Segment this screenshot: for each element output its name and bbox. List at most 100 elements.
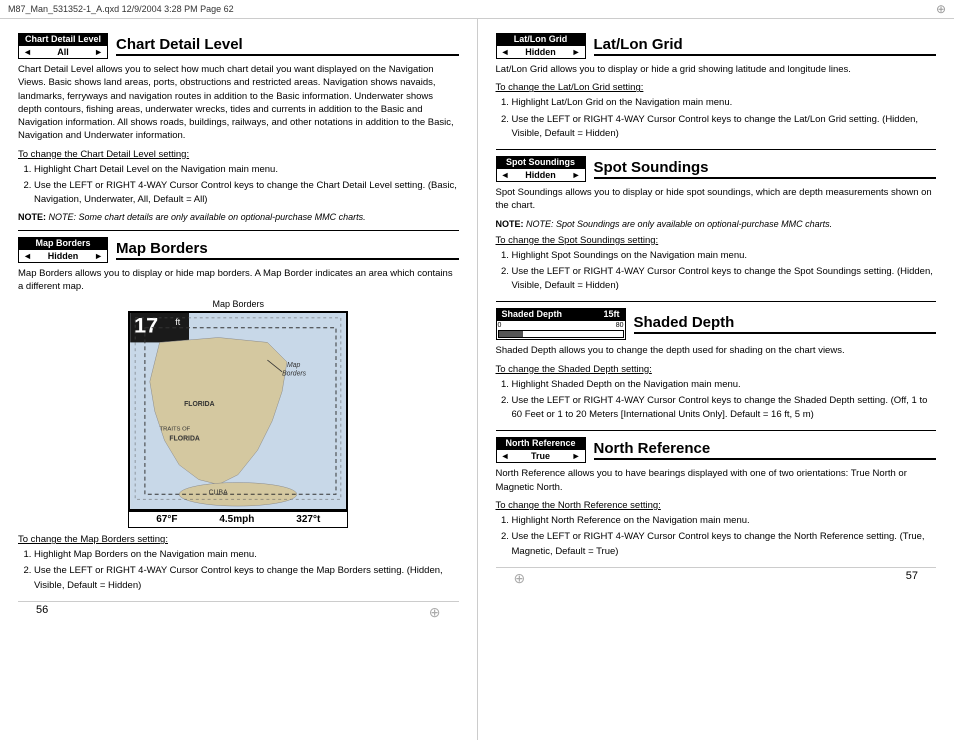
shaded-depth-max: 80: [616, 322, 624, 329]
map-svg: 17 ft FLORIDA TRAITS OF FLORIDA CUBA: [130, 313, 346, 509]
spot-soundings-change-heading: To change the Spot Soundings setting:: [496, 235, 937, 246]
map-borders-steps: Highlight Map Borders on the Navigation …: [18, 548, 459, 593]
north-reference-widget: North Reference ◄ True ►: [496, 437, 586, 463]
bottom-crosshair-right-icon: ⊕: [514, 570, 526, 587]
divider: [18, 230, 459, 231]
chart-detail-widget: Chart Detail Level ◄ All ►: [18, 33, 108, 59]
shaded-depth-steps: Highlight Shaded Depth on the Navigation…: [496, 378, 937, 423]
crosshair-icon: ⊕: [936, 2, 946, 16]
map-label: Map Borders: [18, 299, 459, 309]
shaded-depth-min: 0: [498, 322, 502, 329]
section-map-borders: Map Borders ◄ Hidden ► Map Borders Map B…: [18, 237, 459, 593]
north-reference-left-arrow[interactable]: ◄: [501, 451, 510, 461]
shaded-depth-widget: Shaded Depth 15ft 0 80: [496, 308, 626, 340]
lat-lon-title: Lat/Lon Grid: [594, 36, 937, 56]
spot-soundings-widget: Spot Soundings ◄ Hidden ►: [496, 156, 586, 182]
spot-soundings-title: Spot Soundings: [594, 159, 937, 179]
chart-detail-right-arrow[interactable]: ►: [94, 47, 103, 57]
list-item: Use the LEFT or RIGHT 4-WAY Cursor Contr…: [34, 564, 459, 593]
svg-text:FLORIDA: FLORIDA: [184, 401, 215, 408]
divider: [496, 430, 937, 431]
shaded-depth-slider[interactable]: [498, 330, 624, 338]
left-page-number: 56: [36, 604, 48, 621]
map-stat-temp: 67°F: [156, 514, 177, 525]
section-chart-detail-level: Chart Detail Level ◄ All ► Chart Detail …: [18, 33, 459, 222]
shaded-depth-change-heading: To change the Shaded Depth setting:: [496, 364, 937, 375]
north-reference-steps: Highlight North Reference on the Navigat…: [496, 514, 937, 559]
chart-detail-left-arrow[interactable]: ◄: [23, 47, 32, 57]
map-borders-widget: Map Borders ◄ Hidden ►: [18, 237, 108, 263]
top-bar: M87_Man_531352-1_A.qxd 12/9/2004 3:28 PM…: [0, 0, 954, 19]
map-borders-left-arrow[interactable]: ◄: [23, 251, 32, 261]
north-reference-body: North Reference allows you to have beari…: [496, 467, 937, 494]
right-page: Lat/Lon Grid ◄ Hidden ► Lat/Lon Grid Lat…: [478, 19, 954, 740]
chart-detail-title: Chart Detail Level: [116, 36, 459, 56]
shaded-depth-header: Shaded Depth 15ft 0 80 Shaded Depth: [496, 308, 937, 340]
spot-soundings-label: Spot Soundings: [496, 156, 586, 168]
map-borders-right-arrow[interactable]: ►: [94, 251, 103, 261]
bottom-crosshair-icon: ⊕: [429, 604, 441, 621]
shaded-depth-body: Shaded Depth allows you to change the de…: [496, 344, 937, 357]
right-page-number: 57: [906, 570, 918, 587]
map-stats-bar: 67°F 4.5mph 327°t: [128, 511, 348, 528]
spot-soundings-note: NOTE: NOTE: Spot Soundings are only avai…: [496, 219, 937, 229]
section-spot-soundings: Spot Soundings ◄ Hidden ► Spot Soundings…: [496, 156, 937, 293]
north-reference-label: North Reference: [496, 437, 586, 449]
note-content: NOTE: Spot Soundings are only available …: [526, 219, 832, 229]
lat-lon-right-arrow[interactable]: ►: [572, 47, 581, 57]
shaded-depth-label: Shaded Depth: [502, 309, 563, 319]
chart-detail-control[interactable]: ◄ All ►: [18, 45, 108, 59]
divider: [496, 301, 937, 302]
shaded-depth-fill: [499, 331, 524, 337]
chart-detail-header: Chart Detail Level ◄ All ► Chart Detail …: [18, 33, 459, 59]
chart-detail-note: NOTE: NOTE: Some chart details are only …: [18, 212, 459, 222]
section-shaded-depth: Shaded Depth 15ft 0 80 Shaded Depth: [496, 308, 937, 422]
lat-lon-control[interactable]: ◄ Hidden ►: [496, 45, 586, 59]
north-reference-change-heading: To change the North Reference setting:: [496, 500, 937, 511]
left-bottom-bar: 56 ⊕: [18, 601, 459, 623]
lat-lon-left-arrow[interactable]: ◄: [501, 47, 510, 57]
north-reference-right-arrow[interactable]: ►: [572, 451, 581, 461]
lat-lon-change-heading: To change the Lat/Lon Grid setting:: [496, 82, 937, 93]
list-item: Highlight North Reference on the Navigat…: [512, 514, 937, 528]
shaded-depth-slider-container: 0 80: [496, 320, 626, 340]
list-item: Use the LEFT or RIGHT 4-WAY Cursor Contr…: [512, 394, 937, 423]
lat-lon-widget: Lat/Lon Grid ◄ Hidden ►: [496, 33, 586, 59]
list-item: Use the LEFT or RIGHT 4-WAY Cursor Contr…: [34, 179, 459, 208]
shaded-depth-label-box: Shaded Depth 15ft: [496, 308, 626, 320]
shaded-depth-range-labels: 0 80: [498, 322, 624, 329]
chart-detail-value: All: [57, 47, 69, 57]
divider: [496, 149, 937, 150]
lat-lon-body: Lat/Lon Grid allows you to display or hi…: [496, 63, 937, 76]
svg-text:Borders: Borders: [282, 371, 307, 378]
map-borders-control[interactable]: ◄ Hidden ►: [18, 249, 108, 263]
spot-soundings-right-arrow[interactable]: ►: [572, 170, 581, 180]
map-borders-body: Map Borders allows you to display or hid…: [18, 267, 459, 294]
right-bottom-bar: ⊕ 57: [496, 567, 937, 589]
list-item: Highlight Lat/Lon Grid on the Navigation…: [512, 96, 937, 110]
list-item: Use the LEFT or RIGHT 4-WAY Cursor Contr…: [512, 265, 937, 294]
chart-detail-body: Chart Detail Level allows you to select …: [18, 63, 459, 143]
north-reference-title: North Reference: [594, 440, 937, 460]
topbar-text: M87_Man_531352-1_A.qxd 12/9/2004 3:28 PM…: [8, 4, 234, 14]
map-borders-title: Map Borders: [116, 240, 459, 260]
svg-text:CUBA: CUBA: [209, 489, 228, 496]
svg-text:ft: ft: [176, 317, 181, 327]
list-item: Highlight Map Borders on the Navigation …: [34, 548, 459, 562]
note-label: NOTE:: [496, 219, 527, 229]
lat-lon-header: Lat/Lon Grid ◄ Hidden ► Lat/Lon Grid: [496, 33, 937, 59]
north-reference-control[interactable]: ◄ True ►: [496, 449, 586, 463]
spot-soundings-control[interactable]: ◄ Hidden ►: [496, 168, 586, 182]
map-image: 17 ft FLORIDA TRAITS OF FLORIDA CUBA: [128, 311, 348, 511]
north-reference-value: True: [531, 451, 550, 461]
list-item: Use the LEFT or RIGHT 4-WAY Cursor Contr…: [512, 113, 937, 142]
map-stat-speed: 4.5mph: [219, 514, 254, 525]
spot-soundings-left-arrow[interactable]: ◄: [501, 170, 510, 180]
svg-text:Map: Map: [287, 362, 301, 369]
shaded-depth-title: Shaded Depth: [634, 314, 937, 334]
list-item: Highlight Shaded Depth on the Navigation…: [512, 378, 937, 392]
map-borders-change-heading: To change the Map Borders setting:: [18, 534, 459, 545]
left-page: Chart Detail Level ◄ All ► Chart Detail …: [0, 19, 478, 740]
map-stat-heading: 327°t: [296, 514, 320, 525]
section-lat-lon-grid: Lat/Lon Grid ◄ Hidden ► Lat/Lon Grid Lat…: [496, 33, 937, 141]
